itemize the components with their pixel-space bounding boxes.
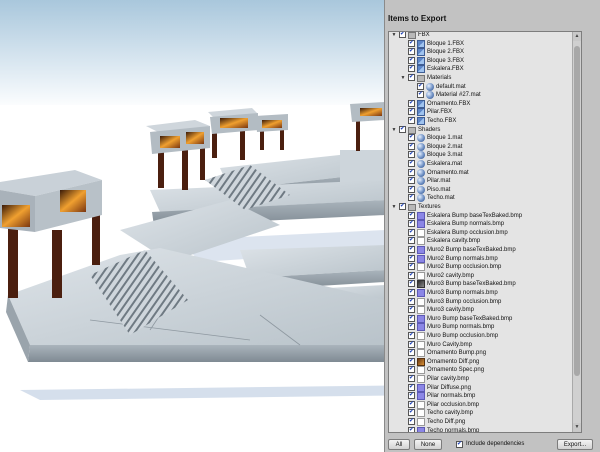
tree-row-checkbox[interactable]: [408, 383, 415, 392]
export-panel: Items to Export ▼FBXBloque 1.FBXBloque 2…: [384, 0, 600, 452]
tree-row-checkbox[interactable]: [408, 39, 415, 48]
tree-row-checkbox[interactable]: [408, 340, 415, 349]
tree-row-checkbox[interactable]: [408, 262, 415, 271]
select-none-button[interactable]: None: [414, 439, 442, 450]
tree-row-checkbox[interactable]: [408, 297, 415, 306]
tree-row-checkbox[interactable]: [408, 133, 415, 142]
tree-row-checkbox[interactable]: [408, 271, 415, 280]
tree-row-checkbox[interactable]: [399, 32, 406, 39]
tree-row-checkbox[interactable]: [408, 314, 415, 323]
tree-row-checkbox[interactable]: [408, 107, 415, 116]
tree-row-checkbox[interactable]: [408, 47, 415, 56]
tree-row-checkbox[interactable]: [408, 176, 415, 185]
vertical-scrollbar[interactable]: ▲ ▼: [572, 32, 581, 432]
tree-row-checkbox[interactable]: [408, 228, 415, 237]
bottom-bar: All None Include dependencies Export...: [385, 436, 600, 452]
tree-row-checkbox[interactable]: [408, 168, 415, 177]
export-tree[interactable]: ▼FBXBloque 1.FBXBloque 2.FBXBloque 3.FBX…: [388, 31, 582, 433]
tree-row-checkbox[interactable]: [417, 82, 424, 91]
tree-row-checkbox[interactable]: [408, 288, 415, 297]
tree-row-checkbox[interactable]: [399, 202, 406, 211]
tree-row-checkbox[interactable]: [408, 56, 415, 65]
tree-row-checkbox[interactable]: [417, 90, 424, 99]
texture-blue-icon: [417, 426, 425, 432]
include-dependencies-checkbox[interactable]: [456, 440, 463, 449]
tree-row-checkbox[interactable]: [408, 142, 415, 151]
tree-row-checkbox[interactable]: [408, 193, 415, 202]
tree-row[interactable]: Techo normals.bmp: [389, 426, 581, 433]
tree-row-checkbox[interactable]: [408, 374, 415, 383]
tree-row-checkbox[interactable]: [408, 417, 415, 426]
tree-row-checkbox[interactable]: [408, 211, 415, 220]
scroll-down-arrow-icon[interactable]: ▼: [573, 423, 581, 432]
tree-row-checkbox[interactable]: [408, 331, 415, 340]
tree-row-checkbox[interactable]: [408, 400, 415, 409]
tree-row-checkbox[interactable]: [408, 426, 415, 432]
scroll-up-arrow-icon[interactable]: ▲: [573, 32, 581, 41]
include-dependencies-label: Include dependencies: [466, 441, 525, 447]
tree-row-checkbox[interactable]: [408, 219, 415, 228]
tree-row-checkbox[interactable]: [408, 357, 415, 366]
tree-row-checkbox[interactable]: [408, 391, 415, 400]
tree-row-checkbox[interactable]: [408, 99, 415, 108]
tree-row-checkbox[interactable]: [408, 365, 415, 374]
tree-row-label: Techo normals.bmp: [427, 427, 480, 433]
tree-row-checkbox[interactable]: [408, 159, 415, 168]
scroll-thumb[interactable]: [574, 46, 580, 376]
tree-row-checkbox[interactable]: [408, 254, 415, 263]
tree-row-checkbox[interactable]: [408, 116, 415, 125]
tree-row-checkbox[interactable]: [408, 279, 415, 288]
tree-row-checkbox[interactable]: [408, 64, 415, 73]
tree-row-checkbox[interactable]: [408, 408, 415, 417]
panel-title: Items to Export: [388, 14, 447, 23]
tree-row-checkbox[interactable]: [408, 73, 415, 82]
tree-row-checkbox[interactable]: [408, 322, 415, 331]
tree-row-checkbox[interactable]: [408, 305, 415, 314]
tree-row-checkbox[interactable]: [408, 348, 415, 357]
tree-row-checkbox[interactable]: [408, 150, 415, 159]
tree-row-checkbox[interactable]: [399, 125, 406, 134]
tree-row-checkbox[interactable]: [408, 236, 415, 245]
select-all-button[interactable]: All: [388, 439, 410, 450]
tree-row-checkbox[interactable]: [408, 245, 415, 254]
tree-row-checkbox[interactable]: [408, 185, 415, 194]
export-button[interactable]: Export...: [557, 439, 593, 450]
